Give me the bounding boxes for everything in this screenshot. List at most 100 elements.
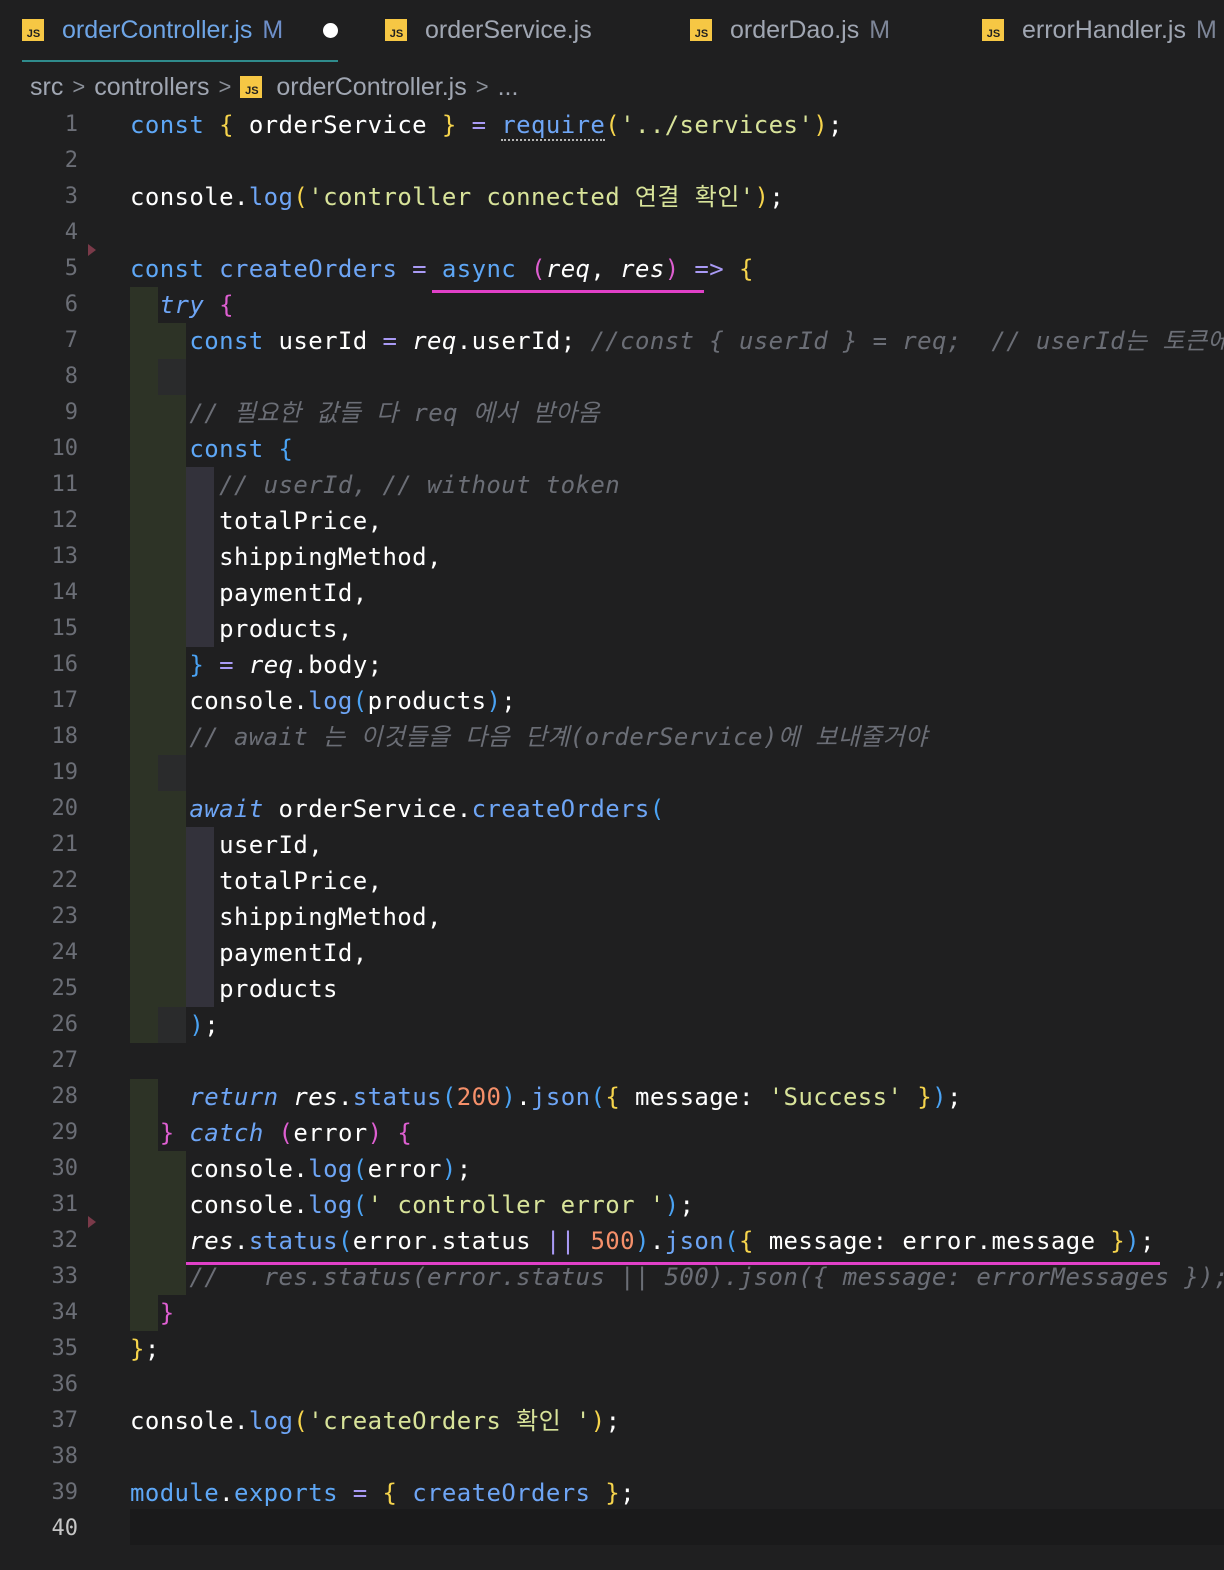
line-number: 27: [51, 1048, 79, 1073]
chevron-right-icon: >: [475, 74, 489, 99]
code-line: 17 console.log(products);: [0, 683, 1224, 719]
js-file-icon: JS: [22, 19, 44, 41]
modified-indicator: M: [869, 15, 891, 44]
tab-error-handler[interactable]: JS errorHandler.js M: [982, 0, 1217, 60]
code-line: 21 userId,: [0, 827, 1224, 863]
code-line: 4: [0, 215, 1224, 251]
code-text[interactable]: const {: [130, 431, 293, 467]
breadcrumb-controllers[interactable]: controllers: [94, 73, 209, 102]
code-text[interactable]: } = req.body;: [130, 647, 383, 683]
line-number: 14: [51, 580, 79, 605]
code-line: 8: [0, 359, 1224, 395]
code-text[interactable]: const userId = req.userId; //const { use…: [130, 323, 1224, 359]
unsaved-dot-icon[interactable]: [323, 22, 339, 38]
code-editor[interactable]: 1 const { orderService } = require('../s…: [0, 107, 1224, 1570]
code-text[interactable]: // 필요한 값들 다 req 에서 받아옴: [130, 395, 600, 431]
code-text[interactable]: products,: [130, 611, 353, 647]
tab-order-service[interactable]: JS orderService.js: [385, 0, 592, 60]
code-line: 9 // 필요한 값들 다 req 에서 받아옴: [0, 395, 1224, 431]
code-text[interactable]: const createOrders = async (req, res) =>…: [130, 251, 754, 287]
tab-order-controller[interactable]: JS orderController.js M: [22, 0, 339, 62]
line-number: 1: [64, 112, 78, 137]
line-number: 37: [51, 1408, 79, 1433]
line-number: 21: [51, 832, 79, 857]
line-number: 6: [64, 292, 78, 317]
line-number: 5: [64, 256, 78, 281]
code-line: 15 products,: [0, 611, 1224, 647]
breadcrumb-file[interactable]: orderController.js: [276, 73, 466, 102]
code-line: 23 shippingMethod,: [0, 899, 1224, 935]
tab-label: orderService.js: [425, 15, 592, 44]
line-number: 35: [51, 1336, 79, 1361]
code-text[interactable]: return res.status(200).json({ message: '…: [130, 1079, 962, 1115]
code-text[interactable]: // res.status(error.status || 500).json(…: [130, 1259, 1224, 1295]
code-text[interactable]: console.log(products);: [130, 683, 516, 719]
code-line: 35 };: [0, 1331, 1224, 1367]
code-text[interactable]: }: [130, 1295, 175, 1331]
code-text[interactable]: products: [130, 971, 338, 1007]
line-number: 4: [64, 220, 78, 245]
modified-indicator: M: [262, 15, 284, 44]
code-text[interactable]: console.log('controller connected 연결 확인'…: [130, 179, 784, 215]
code-line: 25 products: [0, 971, 1224, 1007]
code-text[interactable]: const { orderService } = require('../ser…: [130, 107, 843, 143]
chevron-right-icon: >: [218, 74, 232, 99]
js-file-icon: JS: [982, 19, 1004, 41]
line-number: 33: [51, 1264, 79, 1289]
code-text[interactable]: await orderService.createOrders(: [130, 791, 665, 827]
line-number: 20: [51, 796, 79, 821]
code-line: 7 const userId = req.userId; //const { u…: [0, 323, 1224, 359]
line-number: 40: [51, 1516, 79, 1541]
code-text[interactable]: userId,: [130, 827, 323, 863]
code-text[interactable]: console.log('createOrders 확인 ');: [130, 1403, 621, 1439]
code-text[interactable]: // await 는 이것들을 다음 단계(orderService)에 보내줄…: [130, 719, 928, 755]
code-text[interactable]: // userId, // without token: [130, 467, 620, 503]
code-text[interactable]: module.exports = { createOrders };: [130, 1475, 635, 1511]
code-text[interactable]: try {: [130, 287, 234, 323]
code-line: 26 );: [0, 1007, 1224, 1043]
line-number: 18: [51, 724, 79, 749]
code-text[interactable]: console.log(' controller error ');: [130, 1187, 694, 1223]
code-line: 11 // userId, // without token: [0, 467, 1224, 503]
line-number: 10: [51, 436, 79, 461]
modified-indicator: M: [1195, 15, 1217, 44]
code-text[interactable]: console.log(error);: [130, 1151, 472, 1187]
code-line: 32 res.status(error.status || 500).json(…: [0, 1223, 1224, 1259]
line-number: 30: [51, 1156, 79, 1181]
code-text[interactable]: shippingMethod,: [130, 899, 442, 935]
breadcrumb-symbol[interactable]: ...: [498, 73, 519, 102]
code-line: 14 paymentId,: [0, 575, 1224, 611]
code-line: 1 const { orderService } = require('../s…: [0, 107, 1224, 143]
editor-tab-bar: JS orderController.js M JS orderService.…: [0, 0, 1224, 62]
code-line: 36: [0, 1367, 1224, 1403]
code-line: 24 paymentId,: [0, 935, 1224, 971]
code-line: 20 await orderService.createOrders(: [0, 791, 1224, 827]
code-line: 3 console.log('controller connected 연결 확…: [0, 179, 1224, 215]
code-line: 5 const createOrders = async (req, res) …: [0, 251, 1224, 287]
code-text[interactable]: } catch (error) {: [130, 1115, 412, 1151]
code-text[interactable]: totalPrice,: [130, 863, 382, 899]
code-text[interactable]: );: [130, 1007, 219, 1043]
code-line: 22 totalPrice,: [0, 863, 1224, 899]
breadcrumb-src[interactable]: src: [30, 73, 63, 102]
tab-label: orderController.js: [62, 15, 253, 44]
line-number: 17: [51, 688, 79, 713]
tab-order-dao[interactable]: JS orderDao.js M: [690, 0, 890, 60]
line-number: 34: [51, 1300, 79, 1325]
line-number: 25: [51, 976, 79, 1001]
code-line: 38: [0, 1439, 1224, 1475]
code-text[interactable]: totalPrice,: [130, 503, 382, 539]
code-text[interactable]: paymentId,: [130, 935, 368, 971]
code-text[interactable]: };: [130, 1331, 160, 1367]
chevron-right-icon: >: [72, 74, 86, 99]
line-number: 8: [64, 364, 78, 389]
line-number: 12: [51, 508, 79, 533]
code-text[interactable]: paymentId,: [130, 575, 368, 611]
code-text[interactable]: res.status(error.status || 500).json({ m…: [130, 1223, 1155, 1259]
line-number: 39: [51, 1480, 79, 1505]
code-line: 33 // res.status(error.status || 500).js…: [0, 1259, 1224, 1295]
code-line: 10 const {: [0, 431, 1224, 467]
line-number: 3: [64, 184, 78, 209]
line-number: 26: [51, 1012, 79, 1037]
code-text[interactable]: shippingMethod,: [130, 539, 442, 575]
